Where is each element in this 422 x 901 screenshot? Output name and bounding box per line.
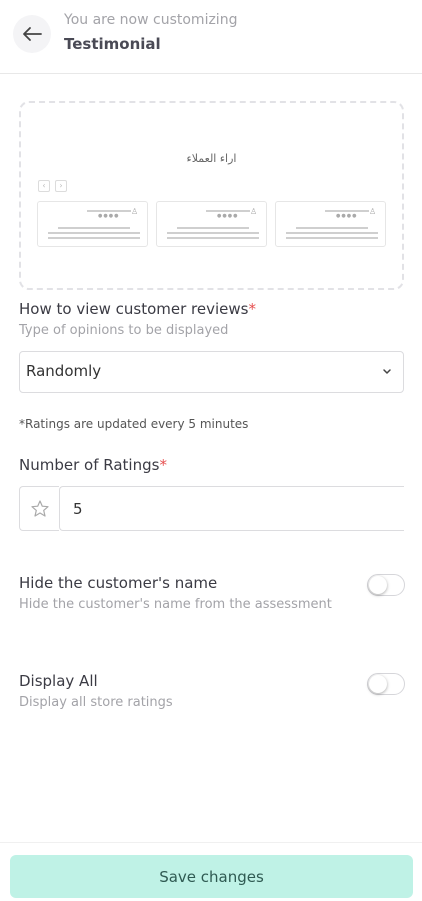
star-outline-icon	[30, 499, 49, 517]
preview-title: اراء العملاء	[186, 152, 237, 165]
required-mark: *	[159, 456, 167, 474]
card-stars: ●●●●	[336, 213, 358, 219]
star-prefix	[19, 486, 59, 531]
ratings-count-input[interactable]	[59, 486, 404, 531]
header-subtitle: You are now customizing	[64, 12, 238, 28]
toggle-knob	[369, 576, 387, 594]
review-view-selected: Randomly	[26, 362, 102, 380]
testimonial-preview: اراء العملاء ‹ › ♙ ●●●● ♙ ●●●● ♙ ●●●●	[19, 101, 404, 290]
page-title: Testimonial	[64, 35, 161, 53]
chevron-down-icon	[383, 369, 391, 374]
display-all-label: Display All	[19, 672, 98, 690]
hide-name-label: Hide the customer's name	[19, 574, 218, 592]
display-all-help: Display all store ratings	[19, 695, 173, 710]
ratings-update-note: *Ratings are updated every 5 minutes	[19, 417, 249, 431]
user-icon: ♙	[131, 207, 139, 216]
ratings-count-label: Number of Ratings*	[19, 456, 167, 474]
footer: Save changes	[0, 842, 422, 901]
required-mark: *	[248, 300, 256, 318]
display-all-toggle[interactable]	[367, 673, 405, 695]
preview-card: ♙ ●●●●	[37, 201, 148, 247]
user-icon: ♙	[369, 207, 377, 216]
back-button[interactable]	[13, 15, 51, 53]
review-view-label: How to view customer reviews*	[19, 300, 256, 318]
header: You are now customizing Testimonial	[0, 0, 422, 74]
hide-name-help: Hide the customer's name from the assess…	[19, 597, 332, 612]
card-stars: ●●●●	[98, 213, 120, 219]
user-icon: ♙	[250, 207, 258, 216]
preview-next-icon: ›	[55, 180, 67, 192]
toggle-knob	[369, 675, 387, 693]
card-stars: ●●●●	[217, 213, 239, 219]
save-button[interactable]: Save changes	[10, 855, 413, 898]
preview-card: ♙ ●●●●	[156, 201, 267, 247]
review-view-help: Type of opinions to be displayed	[19, 323, 229, 338]
review-view-select[interactable]: Randomly	[19, 351, 404, 393]
preview-prev-icon: ‹	[38, 180, 50, 192]
preview-card: ♙ ●●●●	[275, 201, 386, 247]
hide-name-toggle[interactable]	[367, 574, 405, 596]
arrow-left-icon	[23, 27, 42, 41]
